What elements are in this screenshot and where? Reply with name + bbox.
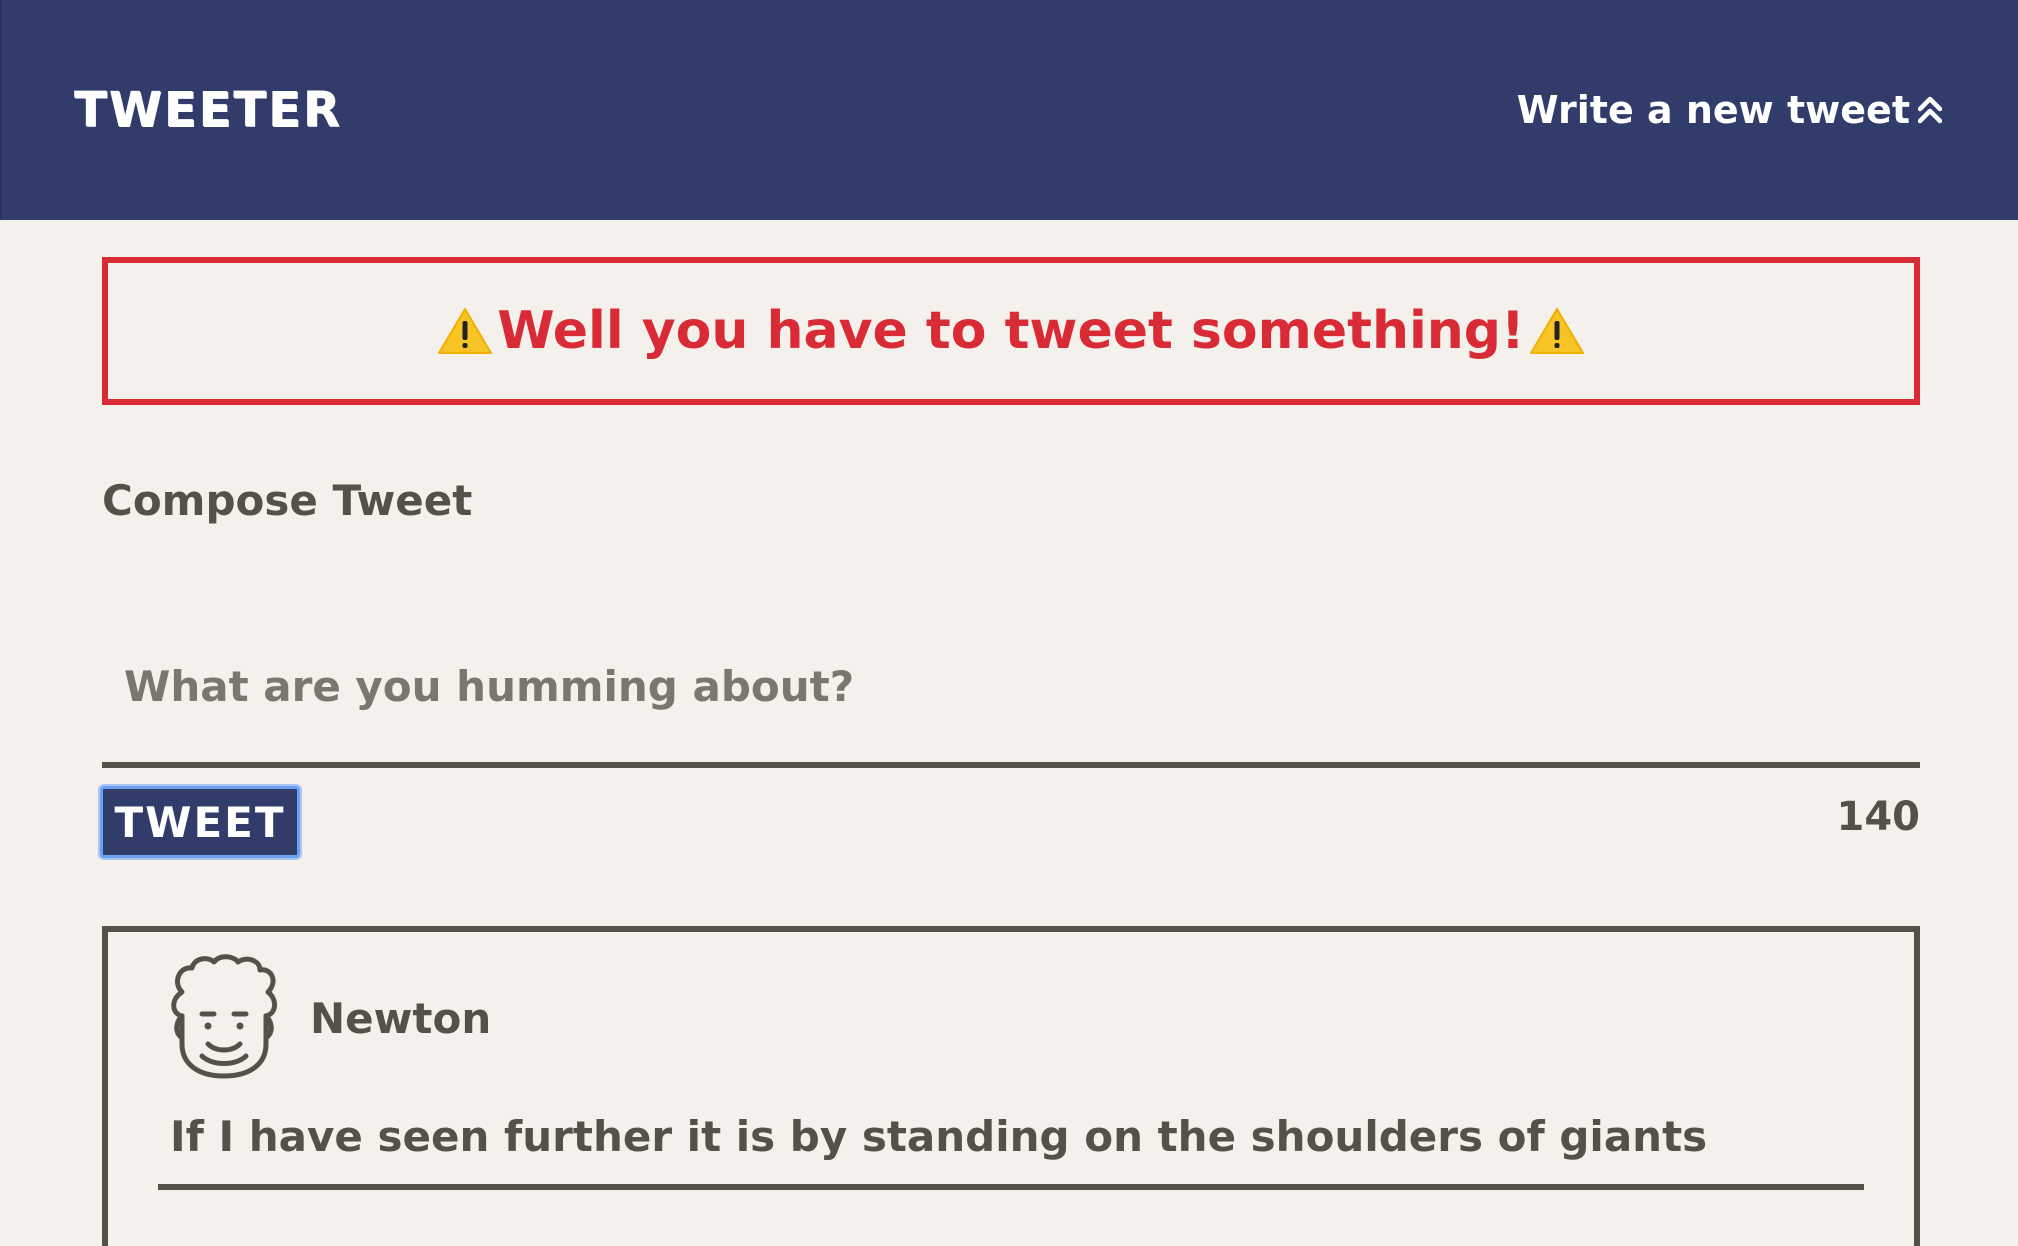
tweet-author-name: Newton [310,994,492,1043]
warning-icon [1529,308,1584,354]
tweet-card: Newton If I have seen further it is by s… [102,926,1920,1246]
write-new-tweet-label: Write a new tweet [1516,88,1910,132]
tweet-submit-button[interactable]: TWEET [100,786,300,858]
error-message: Well you have to tweet something! [497,301,1525,361]
write-new-tweet-toggle[interactable]: Write a new tweet [1517,88,1942,132]
warning-icon [438,308,493,354]
double-chevron-up-icon [1918,96,1942,124]
tweet-text-input[interactable] [102,610,1920,768]
tweet-divider [158,1184,1864,1190]
brand-logo[interactable]: TWEETER [74,82,342,138]
character-counter: 140 [1836,794,1921,840]
tweet-content: If I have seen further it is by standing… [170,1112,1708,1161]
newton-avatar-icon [171,954,277,1079]
error-banner: Well you have to tweet something! [102,257,1920,405]
compose-tweet-title: Compose Tweet [102,476,473,525]
top-navbar: TWEETER Write a new tweet [0,0,2018,220]
